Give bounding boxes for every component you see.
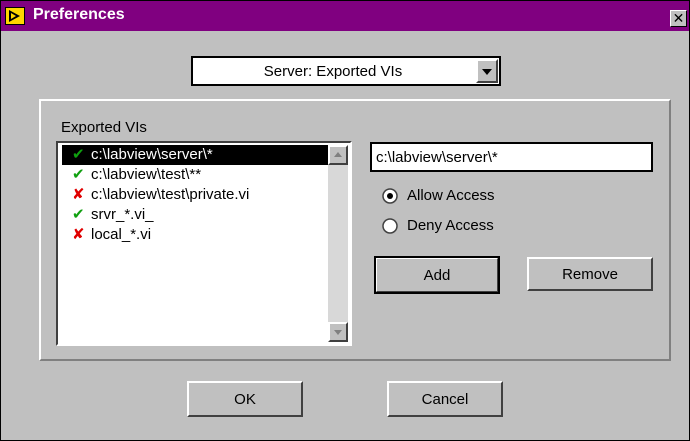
- close-button[interactable]: ✕: [670, 10, 687, 27]
- window-title: Preferences: [33, 6, 125, 23]
- allow-access-label: Allow Access: [407, 187, 495, 204]
- add-button[interactable]: Add: [374, 256, 500, 294]
- preferences-window: Preferences ✕ Server: Exported VIs Expor…: [0, 0, 690, 441]
- category-dropdown-value: Server: Exported VIs: [263, 63, 403, 80]
- list-item[interactable]: ✔ srvr_*.vi_: [62, 205, 330, 225]
- add-button-label: Add: [423, 267, 451, 284]
- ok-button-label: OK: [234, 391, 256, 408]
- arrow-up-icon: [334, 152, 342, 157]
- path-input[interactable]: c:\labview\server\*: [370, 142, 653, 172]
- cancel-button-label: Cancel: [421, 391, 469, 408]
- check-icon: ✔: [72, 206, 85, 223]
- chevron-down-icon: [482, 69, 492, 75]
- list-item-text: c:\labview\server\*: [91, 146, 213, 163]
- deny-access-label: Deny Access: [407, 217, 494, 234]
- check-icon: ✔: [72, 166, 85, 183]
- exported-vis-label: Exported VIs: [61, 119, 147, 136]
- radio-unselected-icon: [382, 218, 398, 234]
- labview-app-icon: [5, 7, 25, 25]
- radio-selected-icon: [382, 188, 398, 204]
- check-icon: ✔: [72, 146, 85, 163]
- ok-button[interactable]: OK: [187, 381, 303, 417]
- deny-access-radio[interactable]: Deny Access: [382, 217, 582, 237]
- cross-icon: ✘: [72, 186, 85, 203]
- list-item[interactable]: ✘ local_*.vi: [62, 225, 330, 245]
- cross-icon: ✘: [72, 226, 85, 243]
- list-scrollbar[interactable]: [328, 145, 348, 342]
- list-item[interactable]: ✘ c:\labview\test\private.vi: [62, 185, 330, 205]
- category-dropdown[interactable]: Server: Exported VIs: [191, 56, 501, 86]
- cancel-button[interactable]: Cancel: [387, 381, 503, 417]
- close-icon: ✕: [672, 10, 685, 26]
- list-item-text: c:\labview\test\private.vi: [91, 186, 250, 203]
- list-item[interactable]: ✔ c:\labview\test\**: [62, 165, 330, 185]
- allow-access-radio[interactable]: Allow Access: [382, 187, 582, 207]
- list-item[interactable]: ✔ c:\labview\server\*: [62, 145, 330, 165]
- dropdown-arrow-button[interactable]: [476, 59, 498, 83]
- scroll-up-button[interactable]: [328, 145, 348, 165]
- scroll-down-button[interactable]: [328, 322, 348, 342]
- title-bar: Preferences ✕: [1, 1, 689, 31]
- exported-vis-list[interactable]: ✔ c:\labview\server\* ✔ c:\labview\test\…: [56, 141, 352, 346]
- arrow-down-icon: [334, 330, 342, 335]
- list-item-text: srvr_*.vi_: [91, 206, 154, 223]
- list-item-text: c:\labview\test\**: [91, 166, 202, 183]
- remove-button[interactable]: Remove: [527, 257, 653, 291]
- list-item-text: local_*.vi: [91, 226, 152, 243]
- remove-button-label: Remove: [562, 266, 618, 283]
